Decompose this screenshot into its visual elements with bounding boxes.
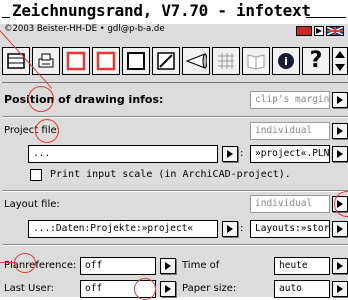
annotation-leader-line [0,262,14,263]
time-dropdown-button[interactable] [332,258,348,274]
help-icon[interactable]: ? [302,47,330,75]
project-colon: : [240,148,244,159]
arrow-right-icon[interactable] [314,26,324,36]
print-scale-label: Print input scale (in ArchiCAD-project). [50,169,291,180]
scroll-arrows-icon[interactable] [332,47,348,75]
last-user-dropdown-button[interactable] [160,281,176,297]
svg-text:i: i [284,55,288,68]
annotation-circle [35,119,59,143]
time-label: Time of [182,260,220,271]
layout-path-button[interactable] [222,221,238,237]
cone-icon[interactable] [182,47,210,75]
project-template-field[interactable]: »project«.PLN [250,145,330,163]
divider [2,117,348,118]
info-icon[interactable]: i [272,47,300,75]
planreference-dropdown-button[interactable] [160,258,176,274]
red-flag-icon[interactable] [296,26,312,36]
layout-template-button[interactable] [332,221,348,237]
project-template-button[interactable] [332,146,348,162]
paper-size-field[interactable]: auto [274,280,330,298]
print-scale-checkbox[interactable] [30,169,42,181]
square-icon[interactable] [122,47,150,75]
annotation-circle [334,191,348,217]
divider [2,245,348,246]
annotation-circle [14,253,36,273]
slash-icon[interactable] [152,47,180,75]
uk-flag-icon[interactable] [326,26,344,36]
time-field[interactable]: heute [274,257,330,275]
project-mode-select[interactable]: individual [250,122,330,140]
title-rule-left [2,17,10,18]
layout-mode-select[interactable]: individual [250,195,330,213]
icon-toolbar: i ? [2,44,348,83]
title-bar: Zeichnungsrand, V7.70 - infotext [0,0,348,24]
project-mode-dropdown-button[interactable] [332,123,348,139]
paper-size-dropdown-button[interactable] [332,281,348,297]
layout-path-field[interactable]: ...:Daten:Projekte:»project« [28,220,218,238]
layout-file-label: Layout file: [4,199,60,210]
annotation-circle [28,86,54,112]
position-select[interactable]: clip's margin, [250,91,330,109]
grid-icon[interactable] [212,47,240,75]
red-square-icon[interactable] [92,47,120,75]
layout-colon: : [240,223,244,234]
layout-template-field[interactable]: Layouts:»story [250,220,330,238]
window-title: Zeichnungsrand, V7.70 - infotext [12,1,311,20]
position-dropdown-button[interactable] [332,92,348,108]
project-path-field[interactable]: ... [28,145,218,163]
dialog-window: Zeichnungsrand, V7.70 - infotext ©2003 B… [0,0,348,300]
last-user-label: Last User: [4,283,54,294]
red-frame-icon[interactable] [62,47,90,75]
paper-size-label: Paper size: [182,283,237,294]
copyright-text: ©2003 Beister-HH-DE • gdl@p-b-a.de [4,24,165,34]
title-rule-right [306,17,346,18]
planreference-field[interactable]: off [80,257,156,275]
project-path-button[interactable] [222,146,238,162]
divider [2,191,348,192]
book-icon[interactable] [242,47,270,75]
